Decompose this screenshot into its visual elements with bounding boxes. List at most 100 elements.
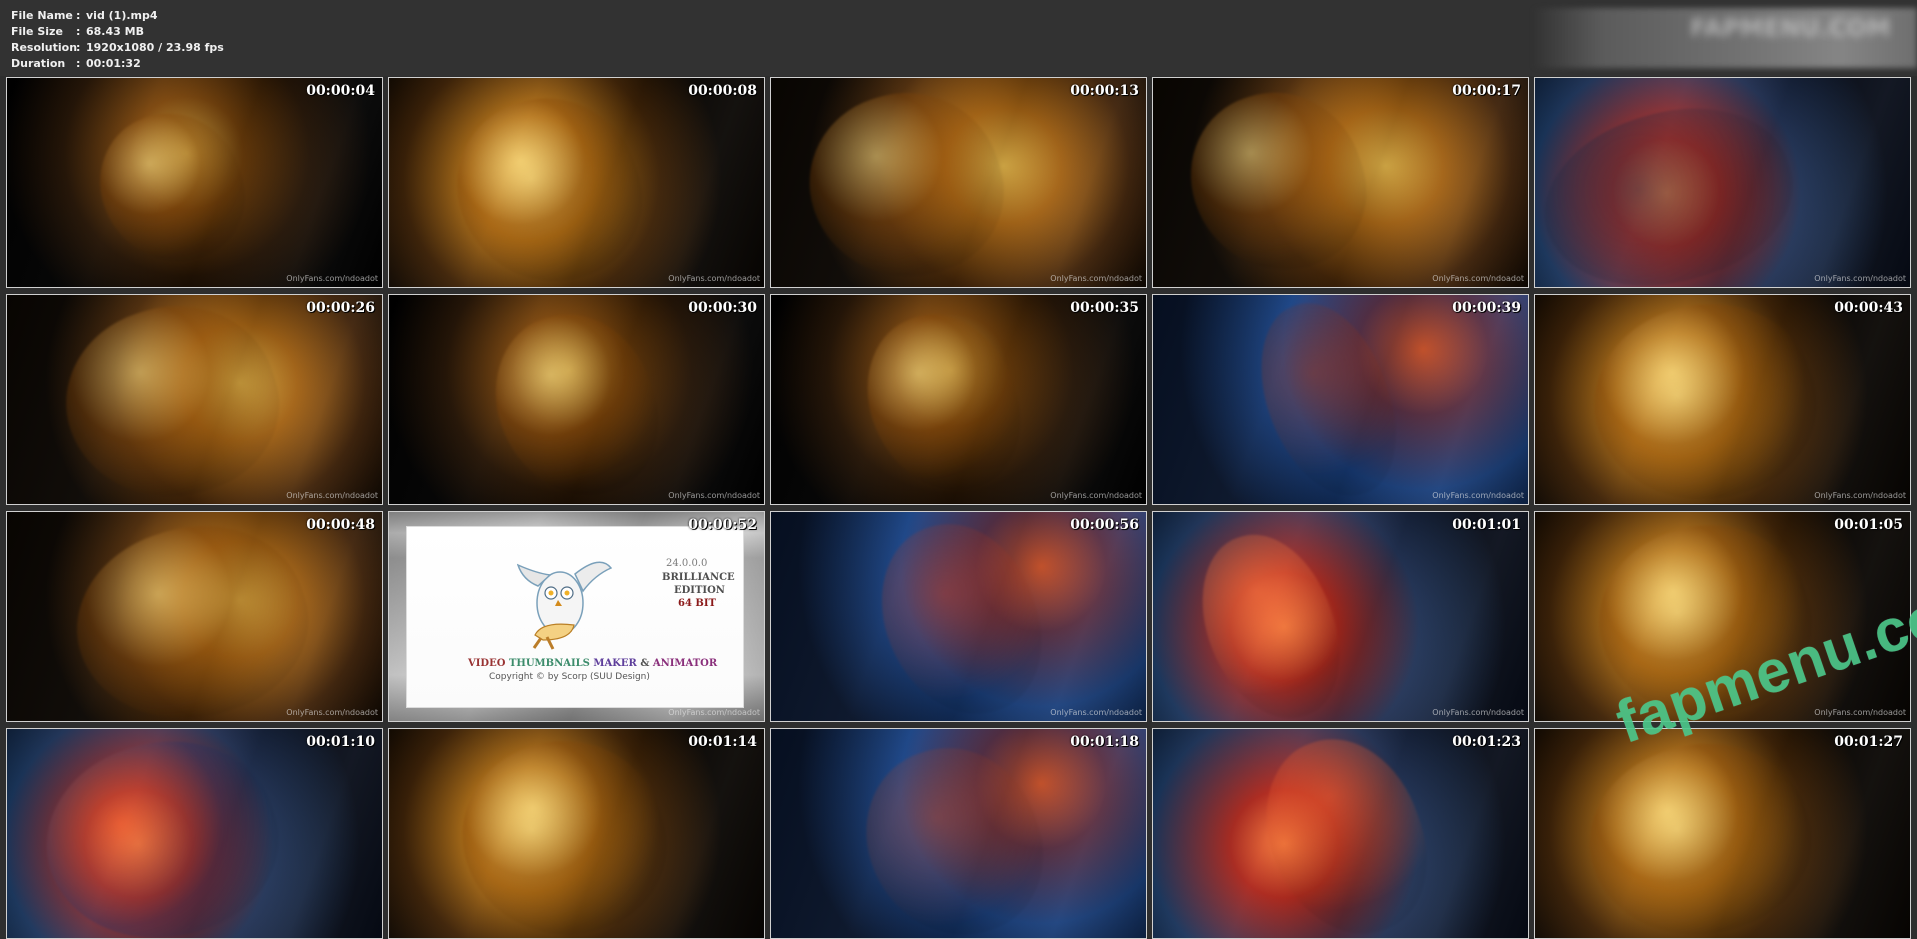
thumbnail-6: 00:00:26 OnlyFans.com/ndoadot <box>6 294 383 505</box>
file-size-value: 68.43 MB <box>86 25 144 38</box>
figure-silhouette <box>846 295 1041 504</box>
video-thumbnails-maker-splash: 24.0.0.0 BRILLIANCE EDITION 64 BIT VIDEO… <box>407 527 743 707</box>
figure-silhouette <box>53 512 331 721</box>
thumbnail-4: 00:00:17 OnlyFans.com/ndoadot <box>1152 77 1529 288</box>
figure-silhouette <box>787 78 1025 287</box>
figure-silhouette <box>1570 295 1840 504</box>
splash-title-part-5: ANIMATOR <box>652 658 718 669</box>
thumbnail-17: 00:01:14 <box>388 728 765 939</box>
figure-silhouette <box>1566 729 1834 938</box>
thumbnail-timestamp: 00:00:13 <box>1070 83 1139 99</box>
thumbnail-5: OnlyFans.com/ndoadot <box>1534 77 1911 288</box>
thumbnail-timestamp: 00:00:17 <box>1452 83 1521 99</box>
file-name-row: File Name : vid (1).mp4 <box>11 8 224 24</box>
figure-silhouette <box>438 729 690 938</box>
figure-silhouette <box>22 729 302 938</box>
file-size-separator: : <box>76 25 81 38</box>
thumbnail-timestamp: 00:01:01 <box>1452 517 1521 533</box>
figure-silhouette <box>434 78 664 287</box>
figure-silhouette <box>1181 517 1360 721</box>
thumbnail-timestamp: 00:00:56 <box>1070 517 1139 533</box>
thumbnail-timestamp: 00:01:14 <box>688 734 757 750</box>
thumbnail-16: 00:01:10 <box>6 728 383 939</box>
file-name-label: File Name <box>11 9 73 22</box>
splash-product-title: VIDEO THUMBNAILS MAKER & ANIMATOR <box>468 658 717 669</box>
thumbnail-watermark: OnlyFans.com/ndoadot <box>1432 491 1524 500</box>
file-info: File Name : vid (1).mp4 File Size : 68.4… <box>11 8 224 72</box>
duration-row: Duration : 00:01:32 <box>11 56 224 72</box>
file-name-value: vid (1).mp4 <box>86 9 158 22</box>
file-size-label: File Size <box>11 25 63 38</box>
file-name-separator: : <box>76 9 81 22</box>
thumbnail-1: 00:00:04 OnlyFans.com/ndoadot <box>6 77 383 288</box>
figure-silhouette <box>1243 729 1449 938</box>
thumbnail-13: 00:00:56 OnlyFans.com/ndoadot <box>770 511 1147 722</box>
resolution-row: Resolution : 1920x1080 / 23.98 fps <box>11 40 224 56</box>
splash-title-part-4: & <box>640 658 653 669</box>
thumbnail-watermark: OnlyFans.com/ndoadot <box>286 708 378 717</box>
thumbnail-timestamp: 00:01:10 <box>306 734 375 750</box>
splash-edition-line-1: BRILLIANCE <box>662 572 735 583</box>
splash-copyright: Copyright © by Scorp (SUU Design) <box>489 672 650 682</box>
file-size-row: File Size : 68.43 MB <box>11 24 224 40</box>
thumbnail-watermark: OnlyFans.com/ndoadot <box>668 274 760 283</box>
thumbnail-timestamp: 00:00:26 <box>306 300 375 316</box>
figure-silhouette <box>474 295 679 504</box>
thumbnail-watermark: OnlyFans.com/ndoadot <box>1814 274 1906 283</box>
splash-edition-line-2: EDITION <box>674 585 725 596</box>
thumbnail-20: 00:01:27 <box>1534 728 1911 939</box>
thumbnail-timestamp: 00:00:35 <box>1070 300 1139 316</box>
figure-silhouette <box>1240 295 1416 504</box>
thumbnail-8: 00:00:35 OnlyFans.com/ndoadot <box>770 294 1147 505</box>
thumbnail-timestamp: 00:00:39 <box>1452 300 1521 316</box>
figure-silhouette <box>82 95 262 281</box>
thumbnail-watermark: OnlyFans.com/ndoadot <box>1050 708 1142 717</box>
thumbnail-timestamp: 00:01:18 <box>1070 734 1139 750</box>
thumbnail-12: 24.0.0.0 BRILLIANCE EDITION 64 BIT VIDEO… <box>388 511 765 722</box>
thumbnail-9: 00:00:39 OnlyFans.com/ndoadot <box>1152 294 1529 505</box>
thumbnail-11: 00:00:48 OnlyFans.com/ndoadot <box>6 511 383 722</box>
header-panel: File Name : vid (1).mp4 File Size : 68.4… <box>0 0 1917 76</box>
thumbnail-grid: 00:00:04 OnlyFans.com/ndoadot 00:00:08 O… <box>6 77 1917 939</box>
resolution-value: 1920x1080 / 23.98 fps <box>86 41 224 54</box>
thumbnail-timestamp: 00:01:05 <box>1834 517 1903 533</box>
duration-label: Duration <box>11 57 66 70</box>
splash-title-part-3: MAKER <box>593 658 641 669</box>
thumbnail-watermark: OnlyFans.com/ndoadot <box>668 708 760 717</box>
figure-silhouette <box>42 295 302 504</box>
duration-value: 00:01:32 <box>86 57 141 70</box>
thumbnail-watermark: OnlyFans.com/ndoadot <box>286 274 378 283</box>
thumbnail-watermark: OnlyFans.com/ndoadot <box>668 491 760 500</box>
thumbnail-timestamp: 00:00:30 <box>688 300 757 316</box>
duration-separator: : <box>76 57 81 70</box>
thumbnail-watermark: OnlyFans.com/ndoadot <box>1814 708 1906 717</box>
thumbnail-watermark: OnlyFans.com/ndoadot <box>286 491 378 500</box>
thumbnail-2: 00:00:08 OnlyFans.com/ndoadot <box>388 77 765 288</box>
splash-title-part-1: VIDEO <box>468 658 509 669</box>
thumbnail-timestamp: 00:00:43 <box>1834 300 1903 316</box>
splash-version: 24.0.0.0 <box>666 558 708 569</box>
thumbnail-watermark: OnlyFans.com/ndoadot <box>1432 708 1524 717</box>
figure-silhouette <box>859 512 1063 721</box>
thumbnail-watermark: OnlyFans.com/ndoadot <box>1050 274 1142 283</box>
thumbnail-timestamp: 00:00:48 <box>306 517 375 533</box>
figure-silhouette <box>1169 78 1387 287</box>
splash-title-part-2: THUMBNAILS <box>508 658 594 669</box>
figure-silhouette <box>1535 78 1814 287</box>
thumbnail-timestamp: 00:01:23 <box>1452 734 1521 750</box>
resolution-separator: : <box>76 41 81 54</box>
thumbnail-10: 00:00:43 OnlyFans.com/ndoadot <box>1534 294 1911 505</box>
owl-logo-icon <box>517 561 612 650</box>
thumbnail-19: 00:01:23 <box>1152 728 1529 939</box>
figure-silhouette <box>843 729 1065 938</box>
thumbnail-timestamp: 00:00:04 <box>306 83 375 99</box>
thumbnail-timestamp: 00:00:08 <box>688 83 757 99</box>
thumbnail-watermark: OnlyFans.com/ndoadot <box>1432 274 1524 283</box>
thumbnail-7: 00:00:30 OnlyFans.com/ndoadot <box>388 294 765 505</box>
thumbnail-14: 00:01:01 OnlyFans.com/ndoadot <box>1152 511 1529 722</box>
thumbnail-watermark: OnlyFans.com/ndoadot <box>1814 491 1906 500</box>
thumbnail-timestamp: 00:01:27 <box>1834 734 1903 750</box>
thumbnail-watermark: OnlyFans.com/ndoadot <box>1050 491 1142 500</box>
top-right-blur-text: FAPMENU.COM <box>1690 14 1891 42</box>
thumbnail-timestamp: 00:00:52 <box>688 517 757 533</box>
